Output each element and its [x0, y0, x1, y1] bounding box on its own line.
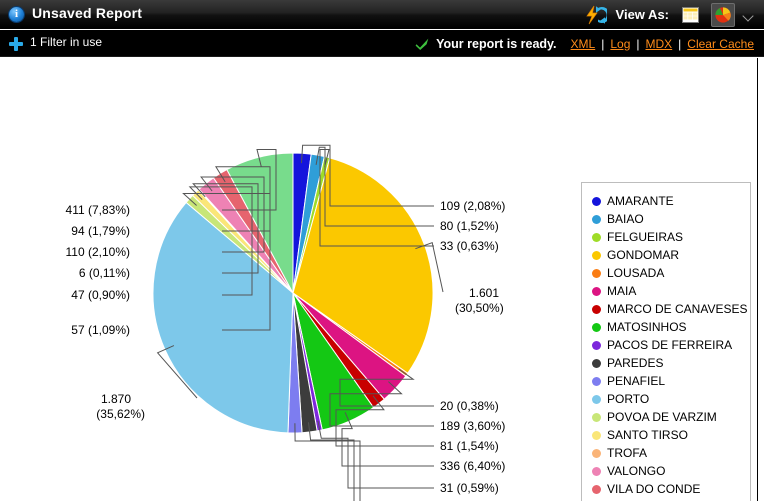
legend-color-swatch [592, 322, 601, 332]
legend-item[interactable]: MAIA [592, 282, 742, 300]
legend-color-swatch [592, 448, 601, 458]
status-actions: Your report is ready. XML | Log | MDX | … [415, 30, 754, 57]
legend-item-label: TROFA [607, 446, 648, 460]
legend-color-swatch [592, 268, 601, 278]
slice-value-label: 1.870 (35,62%) [96, 392, 145, 421]
info-icon: i [9, 7, 24, 22]
clear-cache-link[interactable]: Clear Cache [687, 37, 754, 51]
legend-item[interactable]: AMARANTE [592, 192, 742, 210]
plus-icon[interactable] [9, 37, 23, 51]
legend-item[interactable]: TROFA [592, 444, 742, 462]
slice-value-label: 189 (3,60%) [440, 419, 505, 433]
legend-item-label: VILA DO CONDE [607, 482, 701, 496]
title-bar: i Unsaved Report View As: [0, 0, 764, 29]
legend-color-swatch [592, 340, 601, 350]
chevron-down-icon[interactable] [743, 9, 754, 20]
page-title: Unsaved Report [32, 5, 143, 21]
check-icon [415, 37, 430, 51]
xml-link[interactable]: XML [571, 37, 596, 51]
legend-color-swatch [592, 394, 601, 404]
leader-line [308, 422, 355, 501]
legend-color-swatch [592, 358, 601, 368]
legend-color-swatch [592, 376, 601, 386]
report-ready-message: Your report is ready. [436, 36, 557, 51]
mdx-link[interactable]: MDX [646, 37, 673, 51]
legend-item[interactable]: MARCO DE CANAVESES [592, 300, 747, 318]
grid-view-icon[interactable] [678, 3, 702, 27]
legend-item[interactable]: FELGUEIRAS [592, 228, 742, 246]
legend-item-label: AMARANTE [607, 194, 674, 208]
legend-item-label: POVOA DE VARZIM [607, 410, 717, 424]
legend-color-swatch [592, 214, 601, 224]
legend-item-label: BAIAO [607, 212, 644, 226]
link-separator: | [601, 36, 605, 51]
link-separator: | [678, 36, 682, 51]
slice-value-label: 94 (1,79%) [71, 224, 130, 238]
pane-right-gutter [758, 58, 764, 501]
legend-item[interactable]: LOUSADA [592, 264, 742, 282]
legend-item-label: PENAFIEL [607, 374, 666, 388]
slice-value-label: 336 (6,40%) [440, 459, 505, 473]
pie-chart-view-icon[interactable] [711, 2, 735, 27]
lightning-refresh-icon[interactable] [585, 5, 610, 25]
legend-color-swatch [592, 232, 601, 242]
legend-item-label: MATOSINHOS [607, 320, 687, 334]
slice-value-label: 1.601 (30,50%) [455, 286, 504, 315]
slice-value-label: 81 (1,54%) [440, 439, 499, 453]
slice-value-label: 109 (2,08%) [440, 199, 505, 213]
slice-value-label: 33 (0,63%) [440, 239, 499, 253]
legend-color-swatch [592, 430, 601, 440]
legend-item-label: VALONGO [607, 464, 666, 478]
view-toolbar: View As: [585, 0, 754, 29]
legend-item[interactable]: VILA DO CONDE [592, 480, 742, 498]
legend-item-label: PAREDES [607, 356, 664, 370]
legend-item[interactable]: VALONGO [592, 462, 742, 480]
legend-color-swatch [592, 484, 601, 494]
legend-item-label: PACOS DE FERREIRA [607, 338, 733, 352]
pie-slice-group [152, 152, 434, 434]
filter-status-label[interactable]: 1 Filter in use [30, 35, 102, 49]
legend-color-swatch [592, 286, 601, 296]
status-bar: 1 Filter in use Your report is ready. XM… [0, 30, 764, 57]
legend-item[interactable]: PENAFIEL [592, 372, 742, 390]
legend-item[interactable]: BAIAO [592, 210, 742, 228]
legend-item[interactable]: PAREDES [592, 354, 742, 372]
legend-item[interactable]: GONDOMAR [592, 246, 742, 264]
legend-item-label: LOUSADA [607, 266, 665, 280]
slice-value-label: 31 (0,59%) [440, 481, 499, 495]
legend-item-label: SANTO TIRSO [607, 428, 688, 442]
link-separator: | [636, 36, 640, 51]
legend-item-label: PORTO [607, 392, 650, 406]
legend-item[interactable]: SANTO TIRSO [592, 426, 742, 444]
legend-item-label: FELGUEIRAS [607, 230, 684, 244]
legend-color-swatch [592, 250, 601, 260]
slice-value-label: 57 (1,09%) [71, 323, 130, 337]
leader-line [317, 420, 434, 489]
legend-item[interactable]: PACOS DE FERREIRA [592, 336, 742, 354]
legend-color-swatch [592, 304, 601, 314]
slice-value-label: 20 (0,38%) [440, 399, 499, 413]
slice-value-label: 110 (2,10%) [66, 245, 130, 259]
slice-value-label: 6 (0,11%) [79, 266, 130, 280]
chart-legend: AMARANTE BAIAO FELGUEIRAS GONDOMAR LOUSADA MA… [581, 182, 751, 501]
legend-item-label: GONDOMAR [607, 248, 679, 262]
legend-item-label: MAIA [607, 284, 637, 298]
report-viewer-window: i Unsaved Report View As: 1 Filter in us… [0, 0, 764, 501]
legend-item[interactable]: PORTO [592, 390, 742, 408]
legend-color-swatch [592, 466, 601, 476]
leader-line [341, 412, 434, 467]
view-as-label: View As: [615, 7, 669, 22]
legend-color-swatch [592, 196, 601, 206]
legend-list: AMARANTE BAIAO FELGUEIRAS GONDOMAR LOUSADA MA… [592, 192, 747, 501]
slice-value-label: 80 (1,52%) [440, 219, 499, 233]
slice-value-label: 411 (7,83%) [66, 203, 130, 217]
slice-value-label: 47 (0,90%) [71, 288, 130, 302]
legend-color-swatch [592, 412, 601, 422]
legend-item[interactable]: POVOA DE VARZIM [592, 408, 742, 426]
log-link[interactable]: Log [610, 37, 630, 51]
leader-line [294, 423, 361, 501]
legend-item-label: MARCO DE CANAVESES [607, 302, 748, 316]
report-content-pane: 109 (2,08%) 80 (1,52%) 33 (0,63%) 1.601 (30,… [0, 58, 757, 501]
legend-item[interactable]: MATOSINHOS [592, 318, 742, 336]
